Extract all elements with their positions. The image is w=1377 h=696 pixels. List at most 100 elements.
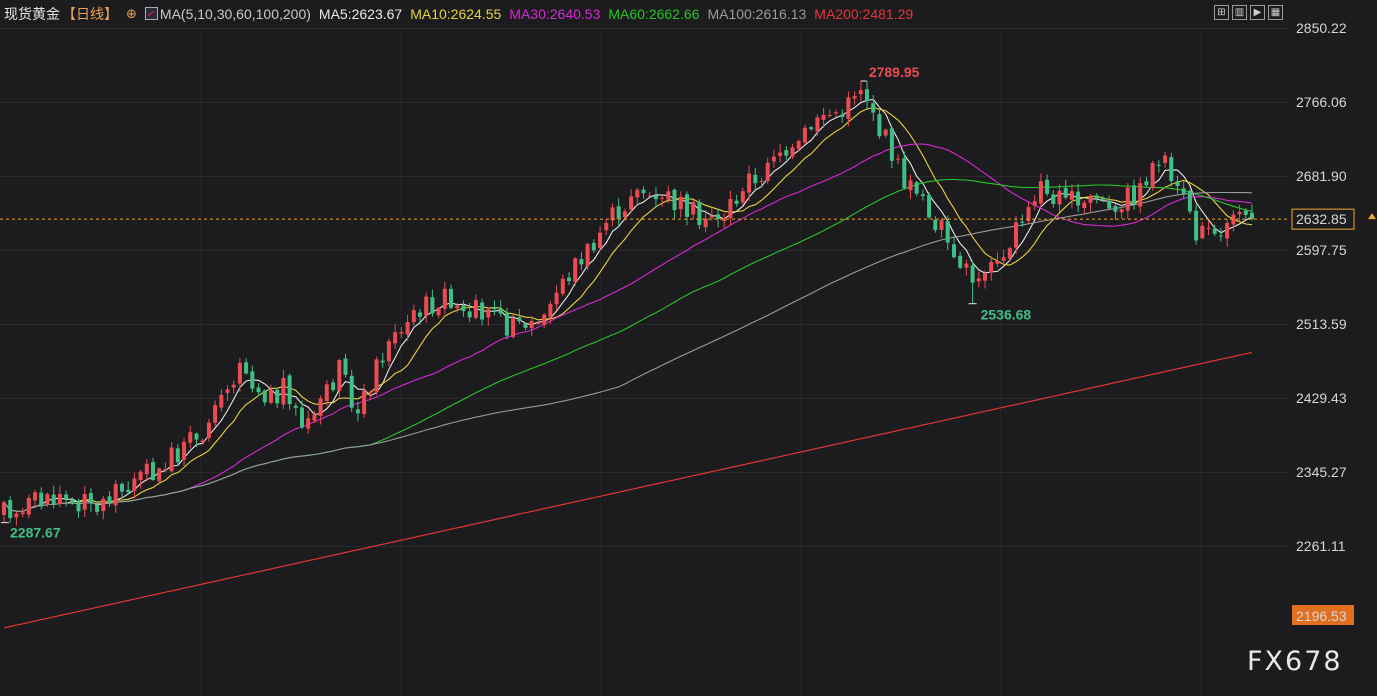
candle-body (256, 387, 261, 393)
candle-body (622, 211, 627, 218)
candle-body (1107, 200, 1112, 209)
candle-body (213, 405, 218, 423)
y-tick-label: 2681.90 (1296, 168, 1347, 184)
candle-body (945, 221, 950, 243)
candle-body (771, 156, 776, 162)
candle-body (995, 260, 1000, 264)
candle-body (1051, 194, 1056, 204)
candle-body (691, 202, 696, 215)
candle-body (865, 89, 869, 101)
candle-body (14, 513, 19, 518)
candle-body (88, 493, 93, 504)
candle-body (355, 409, 360, 414)
candle-body (1250, 212, 1254, 220)
candle-body (293, 405, 298, 408)
candle-body (57, 493, 62, 505)
candle-body (1169, 157, 1174, 181)
y-axis: 2850.22 2766.06 2681.90 2597.75 2513.59 2429.… (1296, 20, 1347, 554)
candle-body (983, 273, 987, 281)
candle-body (697, 201, 702, 225)
y-tick-label: 2850.22 (1296, 20, 1347, 36)
y-tick-label: 2429.43 (1296, 390, 1347, 406)
candle-body (1175, 181, 1180, 186)
candle-body (778, 152, 783, 156)
candle-body (747, 173, 752, 193)
ma60-line (3, 178, 1253, 513)
candle-body (399, 332, 404, 334)
annotations: 2632.85 2196.53 2789.95 2536.68 2287.67 (0, 64, 1376, 625)
candle-body (1225, 222, 1230, 239)
candle-body (1001, 257, 1006, 261)
candle-body (1101, 198, 1105, 200)
candle-body (523, 323, 528, 328)
candle-body (2, 502, 6, 515)
candle-body (430, 297, 435, 314)
candle-body (1045, 179, 1050, 194)
candle-body (734, 200, 739, 204)
candle-body (952, 244, 956, 258)
candle-body (194, 433, 199, 440)
candle-body (70, 499, 75, 503)
candle-body (33, 492, 37, 501)
candle-body (716, 214, 720, 219)
candle-body (548, 303, 553, 317)
ma10-line (3, 106, 1253, 513)
candle-body (672, 189, 677, 211)
candle-body (1218, 235, 1223, 237)
candle-body (740, 191, 745, 203)
candle-body (1163, 155, 1168, 163)
candle-body (827, 115, 832, 116)
candle-body (504, 313, 509, 336)
candle-body (151, 462, 155, 480)
candle-body (846, 97, 851, 119)
candle-body (492, 307, 497, 309)
candle-body (753, 174, 758, 184)
candle-body (306, 418, 311, 429)
candle-body (666, 191, 671, 200)
candle-body (653, 195, 658, 200)
candle-body (585, 243, 590, 266)
candle-body (1138, 183, 1143, 207)
candle-body (449, 288, 453, 308)
candlestick-chart: 2850.22 2766.06 2681.90 2597.75 2513.59 2429.… (0, 20, 1376, 696)
candle-body (1038, 181, 1043, 204)
moving-average-lines (3, 98, 1253, 629)
candle-body (455, 305, 460, 309)
candle-body (250, 371, 255, 389)
candle-body (883, 129, 888, 136)
candle-body (82, 494, 87, 510)
candle-body (610, 207, 615, 221)
candle-body (318, 398, 323, 416)
candle-body (169, 447, 174, 472)
candle-body (436, 307, 441, 316)
candle-body (374, 359, 379, 392)
candle-body (1243, 210, 1248, 215)
candle-body (312, 415, 317, 421)
candle-body (480, 302, 485, 320)
candle-body (1082, 202, 1087, 208)
candle-body (405, 322, 410, 335)
candles (2, 80, 1254, 526)
candle-body (1088, 196, 1093, 203)
candle-body (281, 377, 286, 405)
candle-body (126, 489, 131, 492)
candle-body (324, 384, 329, 401)
candle-body (852, 96, 857, 99)
candle-body (958, 255, 963, 268)
watermark: FX678 (1247, 646, 1343, 677)
candle-body (970, 265, 975, 283)
candle-body (554, 292, 559, 305)
candle-body (821, 114, 826, 120)
candle-body (1144, 181, 1149, 186)
candle-body (368, 392, 373, 394)
candle-body (790, 147, 795, 157)
low-marker-label: 2536.68 (981, 307, 1032, 323)
candle-body (1007, 248, 1012, 259)
candle-body (784, 150, 789, 156)
candle-body (1119, 209, 1124, 213)
candle-body (287, 375, 292, 405)
candle-body (660, 197, 665, 199)
candle-body (101, 498, 106, 512)
candle-body (902, 158, 907, 189)
candle-body (275, 389, 280, 404)
